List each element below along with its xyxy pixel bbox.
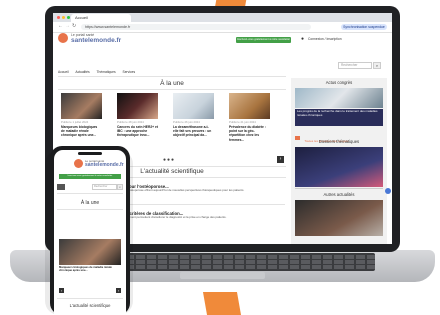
card-image: [173, 93, 214, 119]
card-date: Publié le 1 juillet 2024: [61, 120, 89, 124]
nav-item-thematiques[interactable]: Thématiques: [97, 70, 116, 74]
phone-search-icon[interactable]: ⌕: [117, 184, 123, 190]
search-icon[interactable]: ⌕: [373, 62, 381, 69]
card-image: [61, 93, 102, 119]
url-field[interactable]: https://www.santelemonde.fr: [81, 24, 311, 30]
card-image: [117, 93, 158, 119]
forward-icon[interactable]: →: [65, 23, 70, 29]
nav-item-actualites[interactable]: Actualités: [75, 70, 89, 74]
card-date: Publié le 28 juin 2024: [117, 120, 144, 124]
phone-screen: Le portail santé santelemonde.fr Inscriv…: [54, 150, 126, 315]
phone-logo-icon[interactable]: [74, 159, 83, 168]
chat-widget-icon[interactable]: [385, 188, 391, 194]
browser-tabbar: Accueil: [53, 13, 392, 22]
phone-une-divider: [57, 209, 123, 210]
sidebar-autres-heading: Autres actualités: [323, 192, 355, 197]
phone-card-image[interactable]: [59, 239, 121, 265]
sidebar-divider: [295, 188, 383, 189]
sidebar-congres-text: Les progrès de la recherche dans le trai…: [297, 109, 378, 117]
phone-actu-heading: L'actualité scientifique: [69, 303, 111, 308]
newsletter-button[interactable]: Inscrivez-vous gratuitement à notre news…: [236, 37, 291, 43]
browser-tab[interactable]: Accueil: [71, 14, 131, 22]
sidebar-congres-link-row[interactable]: Toutes les actualités des congrès: [295, 129, 383, 147]
reload-icon[interactable]: ↻: [72, 23, 76, 29]
phone-newsletter-button[interactable]: Inscrivez-vous gratuitement à notre news…: [59, 174, 121, 179]
card-date: Publié le 21 juin 2024: [229, 120, 256, 124]
window-maximize-icon[interactable]: [67, 16, 70, 19]
une-card[interactable]: Publié le 21 juin 2024 Prévalence du dia…: [229, 93, 270, 142]
card-title: Cancers du sein HER2+ et IBC : une appro…: [117, 125, 158, 138]
phone-prev-icon[interactable]: ‹: [59, 288, 64, 293]
phone-divider: [57, 193, 123, 194]
sidebar-congres-image[interactable]: [295, 88, 383, 108]
card-title: La dexaméthasone a-t-elle fait ses preuv…: [173, 125, 212, 138]
decorative-ribbon-bottom: [202, 292, 242, 315]
login-link[interactable]: Connexion / Inscription: [308, 37, 342, 41]
une-divider: [58, 89, 286, 90]
nav-item-services[interactable]: Services: [123, 70, 136, 74]
sidebar-dossiers-heading: Dossiers thématiques: [318, 139, 360, 144]
browser-address-bar: ← → ↻ https://www.santelemonde.fr Synchr…: [53, 22, 392, 33]
sidebar: Actus congrès Les progrès de la recherch…: [291, 78, 387, 244]
une-card[interactable]: Publié le 1 juillet 2024 Marqueurs biolo…: [61, 93, 102, 138]
site-brand-name[interactable]: santelemonde.fr: [71, 37, 121, 44]
sidebar-dossier-image[interactable]: [295, 147, 383, 187]
une-card[interactable]: Publié le 28 juin 2024 Cancers du sein H…: [117, 93, 158, 138]
profile-sync-pill[interactable]: Synchronisation suspendue: [341, 24, 387, 30]
phone-brand-name[interactable]: santelemonde.fr: [85, 162, 124, 168]
carousel-next-icon[interactable]: ›: [277, 156, 284, 163]
main-nav: Accueil Actualités Thématiques Services: [58, 70, 141, 74]
window-minimize-icon[interactable]: [62, 16, 65, 19]
phone-une-heading: À la une: [80, 200, 100, 206]
window-close-icon[interactable]: [57, 16, 60, 19]
une-heading: À la une: [160, 80, 184, 87]
phone-search-input[interactable]: Rechercher: [92, 184, 117, 190]
back-icon[interactable]: ←: [58, 23, 63, 29]
card-image: [229, 93, 270, 119]
phone-notch: [78, 152, 102, 155]
search-input[interactable]: Rechercher: [338, 62, 372, 69]
user-icon[interactable]: ●: [301, 36, 304, 42]
phone-next-icon[interactable]: ›: [116, 288, 121, 293]
nav-divider: [58, 76, 286, 77]
laptop-trackpad: [180, 272, 265, 279]
sidebar-congres-banner[interactable]: Les progrès de la recherche dans le trai…: [295, 109, 383, 126]
phone-card-title[interactable]: Marqueurs biologiques de maladie rénale …: [59, 266, 121, 273]
phone-menu-icon[interactable]: [57, 184, 65, 190]
card-date: Publié le 26 juin 2024: [173, 120, 200, 124]
sidebar-autres-image[interactable]: [295, 200, 383, 236]
sidebar-actus-heading: Actus congrès: [325, 80, 353, 85]
carousel-dots[interactable]: ●●●: [163, 157, 175, 163]
card-title: Marqueurs biologiques de maladie rénale …: [61, 125, 98, 138]
site-logo-icon[interactable]: [58, 33, 68, 43]
une-card[interactable]: Publié le 26 juin 2024 La dexaméthasone …: [173, 93, 214, 138]
nav-item-accueil[interactable]: Accueil: [58, 70, 69, 74]
card-title: Prévalence du diabète : point sur la géo…: [229, 125, 266, 142]
phone-actu-divider: [57, 298, 123, 299]
